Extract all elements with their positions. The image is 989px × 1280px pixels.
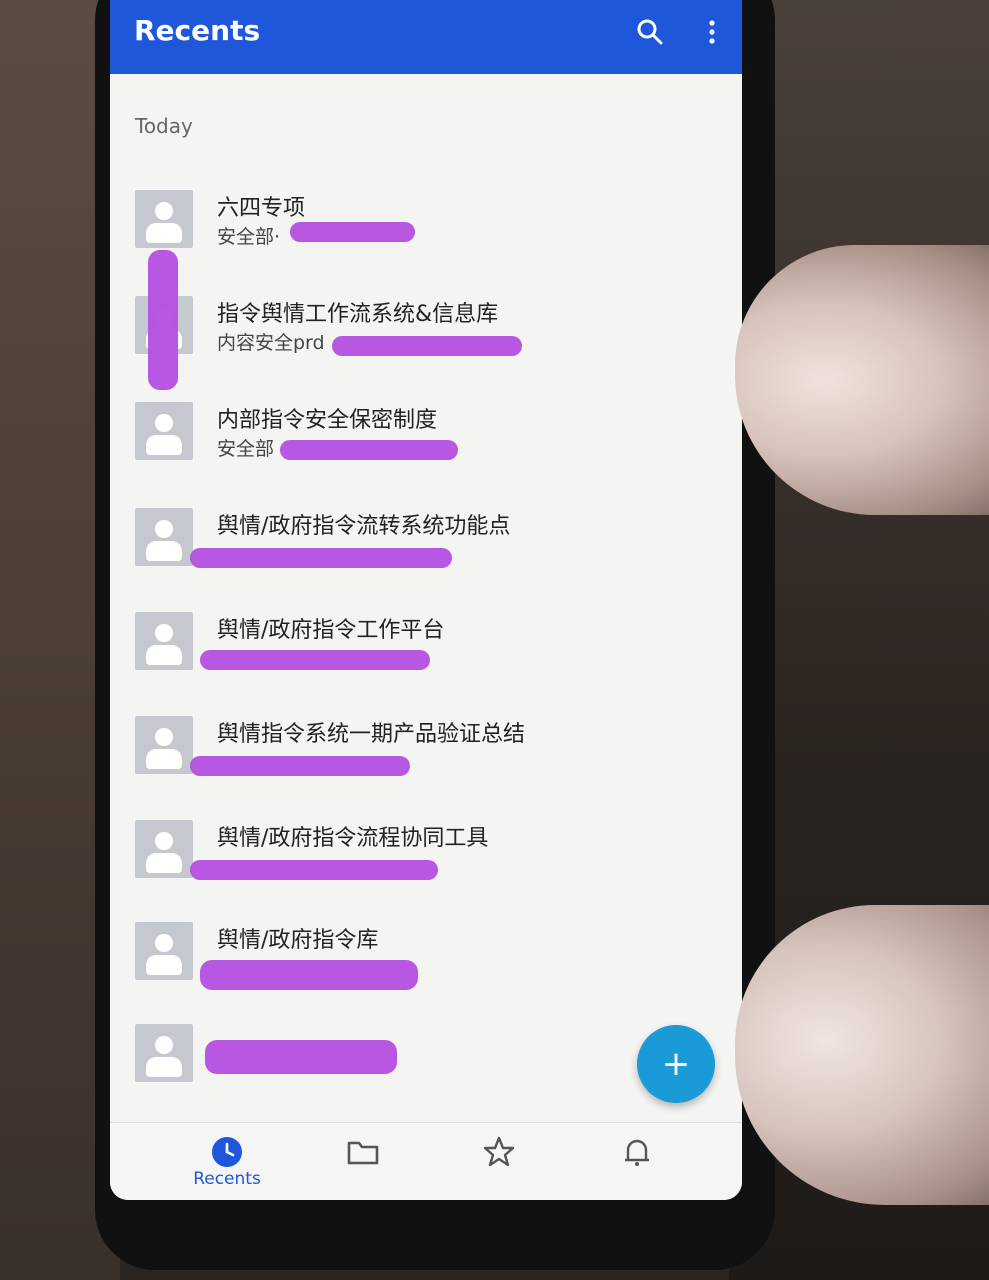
page-title: Recents <box>134 14 261 47</box>
item-subtitle: 安全部· <box>217 226 281 248</box>
redaction-mark <box>190 548 452 568</box>
redaction-mark <box>190 756 410 776</box>
redaction-mark <box>190 860 438 880</box>
item-title: 内部指令安全保密制度 <box>217 408 438 433</box>
avatar <box>135 820 193 878</box>
bell-icon <box>625 1139 649 1166</box>
item-title: 舆情/政府指令流转系统功能点 <box>217 514 511 539</box>
item-title: 舆情/政府指令工作平台 <box>217 618 445 643</box>
avatar <box>135 190 193 248</box>
bottom-navigation: Recents <box>110 1122 742 1200</box>
item-title: 舆情指令系统一期产品验证总结 <box>217 722 526 747</box>
nav-item-starred[interactable] <box>444 1123 554 1200</box>
nav-item-files[interactable] <box>308 1123 418 1200</box>
redaction-mark <box>200 650 430 670</box>
section-label-today: Today <box>135 114 193 138</box>
item-title: 舆情/政府指令库 <box>217 928 379 953</box>
app-bar: Recents <box>110 0 742 74</box>
list-item[interactable]: 六四专项 安全部· <box>135 190 725 280</box>
star-icon <box>483 1136 515 1167</box>
nav-item-recents[interactable]: Recents <box>172 1123 282 1200</box>
redaction-mark <box>290 222 415 242</box>
folder-icon <box>347 1141 379 1165</box>
app-screen: Recents Today 六四专项 安全部· 指令舆情工作流系统&信息库 内容… <box>110 0 742 1200</box>
search-icon[interactable] <box>630 12 670 52</box>
avatar <box>135 612 193 670</box>
nav-item-notifications[interactable] <box>582 1123 692 1200</box>
more-vert-icon[interactable] <box>692 12 732 52</box>
avatar <box>135 922 193 980</box>
redaction-mark <box>205 1040 397 1074</box>
avatar <box>135 402 193 460</box>
add-button[interactable]: + <box>637 1025 715 1103</box>
redaction-mark <box>200 960 418 990</box>
avatar <box>135 716 193 774</box>
redaction-mark <box>148 250 178 390</box>
nav-label-recents: Recents <box>193 1169 261 1189</box>
redaction-mark <box>280 440 458 460</box>
item-title: 指令舆情工作流系统&信息库 <box>217 302 499 327</box>
avatar <box>135 508 193 566</box>
item-subtitle: 安全部 <box>217 438 275 460</box>
item-title: 舆情/政府指令流程协同工具 <box>217 826 489 851</box>
redaction-mark <box>332 336 522 356</box>
item-title: 六四专项 <box>217 196 306 221</box>
clock-icon <box>212 1137 242 1167</box>
avatar <box>135 1024 193 1082</box>
item-subtitle: 内容安全prd <box>217 332 325 354</box>
